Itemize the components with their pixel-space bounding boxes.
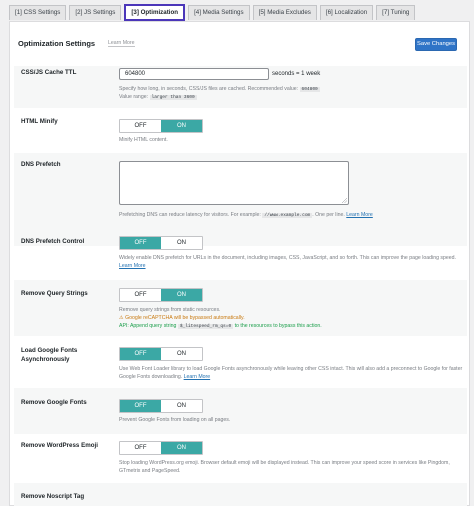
- tab-tuning[interactable]: [7] Tuning: [376, 5, 416, 20]
- dns-prefetch-control-toggle[interactable]: OFF ON: [119, 236, 203, 250]
- dns-prefetch-textarea[interactable]: [119, 161, 349, 205]
- tab-media-settings[interactable]: [4] Media Settings: [188, 5, 250, 20]
- settings-panel: Optimization Settings Learn More Save Ch…: [9, 21, 470, 506]
- html-minify-toggle[interactable]: OFF ON: [119, 119, 203, 133]
- remove-query-strings-off[interactable]: OFF: [120, 289, 161, 301]
- remove-query-strings-api-note: API: Append query string $_litespeed_rm_…: [119, 323, 322, 329]
- remove-google-fonts-off[interactable]: OFF: [120, 400, 161, 412]
- remove-wp-emoji-toggle[interactable]: OFF ON: [119, 441, 203, 455]
- css-js-ttl-range: Value range: larger than 3600: [119, 94, 197, 100]
- load-google-fonts-async-label: Load Google Fonts Asynchronously: [21, 347, 78, 363]
- dns-prefetch-label: DNS Prefetch: [21, 161, 61, 168]
- remove-google-fonts-toggle[interactable]: OFF ON: [119, 399, 203, 413]
- settings-tabs: [1] CSS Settings [2] JS Settings [3] Opt…: [9, 4, 418, 21]
- dns-prefetch-learn-more[interactable]: Learn More: [346, 212, 373, 218]
- dns-prefetch-control-learn-more[interactable]: Learn More: [119, 263, 146, 269]
- remove-wp-emoji-on[interactable]: ON: [161, 442, 202, 454]
- tab-css-settings[interactable]: [1] CSS Settings: [9, 5, 67, 20]
- remove-wp-emoji-off[interactable]: OFF: [120, 442, 161, 454]
- remove-google-fonts-on[interactable]: ON: [161, 400, 202, 412]
- html-minify-off[interactable]: OFF: [120, 120, 161, 132]
- remove-noscript-tag-label: Remove Noscript Tag: [21, 493, 85, 500]
- dns-prefetch-control-on[interactable]: ON: [161, 237, 202, 249]
- page-title: Optimization Settings: [18, 39, 96, 48]
- panel-header: Optimization Settings Learn More Save Ch…: [10, 22, 469, 66]
- css-js-ttl-suffix: seconds = 1 week: [272, 71, 321, 77]
- html-minify-desc: Minify HTML content.: [119, 137, 168, 143]
- load-google-fonts-async-desc-2: Google Fonts downloading. Learn More: [119, 374, 211, 380]
- css-js-ttl-input[interactable]: 604800: [119, 68, 269, 80]
- load-google-fonts-learn-more[interactable]: Learn More: [184, 374, 211, 380]
- load-google-fonts-async-toggle[interactable]: OFF ON: [119, 347, 203, 361]
- load-google-fonts-async-on[interactable]: ON: [161, 348, 202, 360]
- dns-prefetch-control-label: DNS Prefetch Control: [21, 238, 85, 245]
- remove-query-strings-on[interactable]: ON: [161, 289, 202, 301]
- tab-optimization[interactable]: [3] Optimization: [124, 4, 186, 21]
- remove-wp-emoji-label: Remove WordPress Emoji: [21, 442, 98, 449]
- remove-wp-emoji-desc-2: GTmetrix and PageSpeed.: [119, 468, 181, 474]
- remove-google-fonts-desc: Prevent Google Fonts from loading on all…: [119, 417, 231, 423]
- resize-grip-icon[interactable]: [342, 198, 347, 203]
- tab-js-settings[interactable]: [2] JS Settings: [69, 5, 122, 20]
- tab-localization[interactable]: [6] Localization: [319, 5, 374, 20]
- tab-media-excludes[interactable]: [5] Media Excludes: [252, 5, 317, 20]
- css-js-ttl-label: CSS/JS Cache TTL: [21, 69, 77, 76]
- html-minify-label: HTML Minify: [21, 118, 58, 125]
- remove-query-strings-toggle[interactable]: OFF ON: [119, 288, 203, 302]
- dns-prefetch-control-off[interactable]: OFF: [120, 237, 161, 249]
- dns-prefetch-control-desc: Widely enable DNS prefetch for URLs in t…: [119, 255, 456, 261]
- save-changes-button[interactable]: Save Changes: [415, 38, 457, 51]
- dns-prefetch-desc: Prefetching DNS can reduce latency for v…: [119, 212, 373, 218]
- dns-prefetch-control-learn-more-wrap: Learn More: [119, 262, 146, 271]
- remove-query-strings-label: Remove Query Strings: [21, 290, 88, 297]
- header-learn-more-link[interactable]: Learn More: [108, 40, 135, 47]
- remove-google-fonts-label: Remove Google Fonts: [21, 399, 87, 406]
- html-minify-on[interactable]: ON: [161, 120, 202, 132]
- load-google-fonts-async-off[interactable]: OFF: [120, 348, 161, 360]
- row-bg-remove-google-fonts: [14, 388, 467, 434]
